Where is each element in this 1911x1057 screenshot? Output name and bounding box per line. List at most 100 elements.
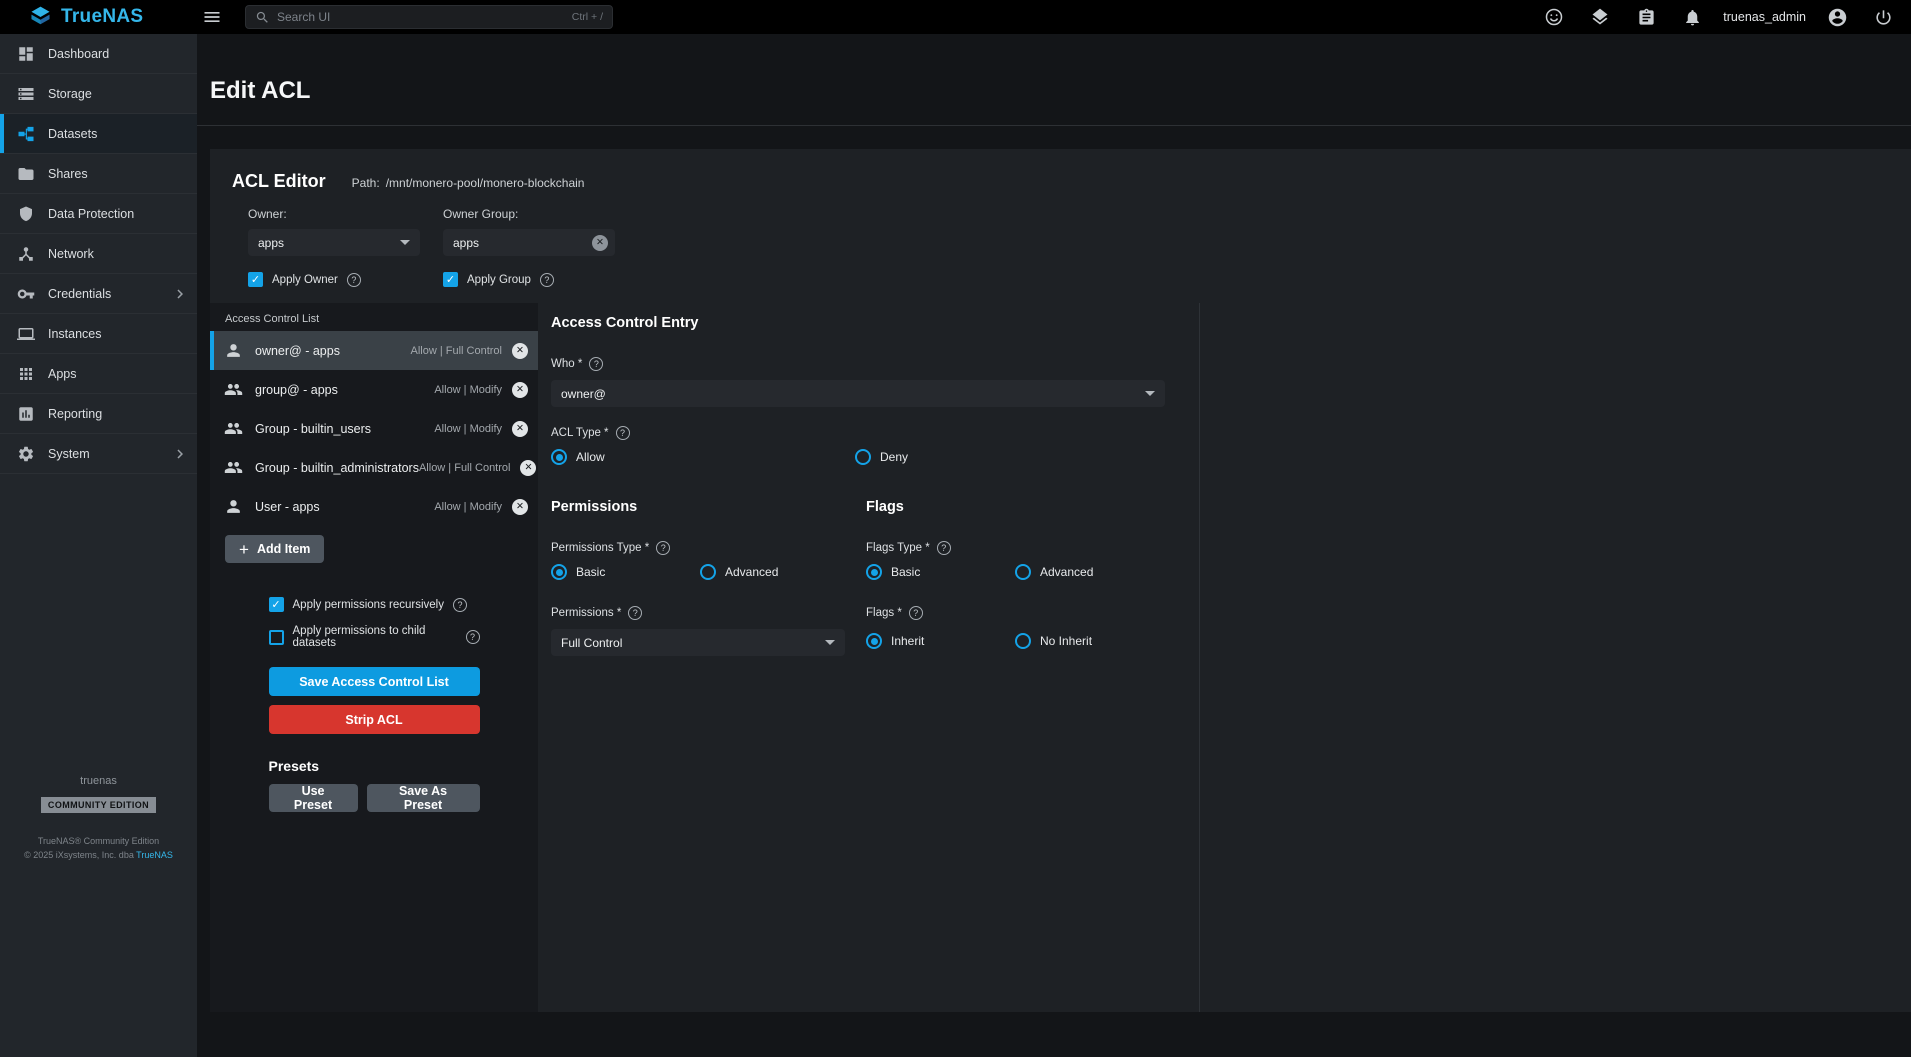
save-as-preset-button[interactable]: Save As Preset [367, 784, 480, 812]
help-icon[interactable] [616, 426, 630, 440]
acl-type-label: ACL Type * [551, 427, 609, 439]
owner-group-input[interactable] [453, 236, 586, 250]
sidebar-item-label: Dashboard [48, 47, 109, 61]
radio-permissions-advanced[interactable]: Advanced [700, 564, 778, 580]
sidebar-item-network[interactable]: Network [0, 234, 197, 274]
truecommand-layers-icon[interactable] [1585, 2, 1615, 32]
radio-flags-advanced[interactable]: Advanced [1015, 564, 1093, 580]
sidebar-item-system[interactable]: System [0, 434, 197, 474]
key-icon [17, 285, 35, 303]
radio-allow[interactable]: Allow [551, 449, 855, 465]
radio-unselected-icon [700, 564, 716, 580]
owner-select[interactable]: apps [248, 229, 420, 256]
radio-permissions-basic[interactable]: Basic [551, 564, 700, 580]
child-datasets-checkbox[interactable]: Apply permissions to child datasets [269, 625, 480, 649]
feedback-smiley-icon[interactable] [1539, 2, 1569, 32]
radio-selected-icon [866, 564, 882, 580]
acl-entry-row-group[interactable]: group@ - apps Allow | Modify [210, 370, 538, 409]
radio-flags-basic[interactable]: Basic [866, 564, 1015, 580]
sidebar-item-label: Apps [48, 367, 77, 381]
ace-heading: Access Control Entry [551, 315, 1199, 331]
alerts-bell-icon[interactable] [1677, 2, 1707, 32]
help-icon[interactable] [589, 357, 603, 371]
delete-entry-icon[interactable] [512, 421, 528, 437]
sidebar-item-label: Instances [48, 327, 102, 341]
radio-unselected-icon [1015, 564, 1031, 580]
delete-entry-icon[interactable] [512, 343, 528, 359]
strip-acl-button[interactable]: Strip ACL [269, 705, 480, 734]
topbar-actions: truenas_admin [1539, 2, 1911, 32]
sidebar-item-shares[interactable]: Shares [0, 154, 197, 194]
who-select[interactable]: owner@ [551, 380, 1165, 407]
clear-owner-group-icon[interactable] [592, 235, 608, 251]
sidebar-item-apps[interactable]: Apps [0, 354, 197, 394]
help-icon[interactable] [540, 273, 554, 287]
help-icon[interactable] [466, 630, 480, 644]
apply-group-checkbox[interactable]: Apply Group [443, 272, 615, 287]
acl-entry-row-builtin-users[interactable]: Group - builtin_users Allow | Modify [210, 409, 538, 448]
dashboard-icon [17, 45, 35, 63]
sidebar-item-label: System [48, 447, 90, 461]
help-icon[interactable] [656, 541, 670, 555]
owner-label: Owner: [248, 207, 420, 221]
app-root: TrueNAS Ctrl + / truenas_admi [0, 0, 1911, 1057]
add-item-label: Add Item [257, 542, 310, 556]
title-divider [197, 125, 1911, 126]
help-icon[interactable] [453, 598, 467, 612]
sidebar-item-instances[interactable]: Instances [0, 314, 197, 354]
sidebar-item-label: Reporting [48, 407, 102, 421]
monitor-icon [17, 325, 35, 343]
sidebar-item-storage[interactable]: Storage [0, 74, 197, 114]
acl-entry-row-owner[interactable]: owner@ - apps Allow | Full Control [210, 331, 538, 370]
footer-copyright: © 2025 iXsystems, Inc. dba TrueNAS [0, 849, 197, 863]
help-icon[interactable] [347, 273, 361, 287]
sidebar-item-reporting[interactable]: Reporting [0, 394, 197, 434]
sidebar-item-credentials[interactable]: Credentials [0, 274, 197, 314]
radio-inherit[interactable]: Inherit [866, 633, 1015, 649]
permissions-select[interactable]: Full Control [551, 629, 845, 656]
sidebar: Dashboard Storage Datasets [0, 34, 197, 1057]
search-box[interactable]: Ctrl + / [245, 5, 613, 29]
save-acl-button[interactable]: Save Access Control List [269, 667, 480, 696]
acl-entry-name: Group - builtin_users [255, 422, 371, 436]
apply-owner-checkbox[interactable]: Apply Owner [248, 272, 420, 287]
path-value: /mnt/monero-pool/monero-blockchain [386, 176, 585, 190]
sidebar-item-dashboard[interactable]: Dashboard [0, 34, 197, 74]
help-icon[interactable] [909, 606, 923, 620]
use-preset-button[interactable]: Use Preset [269, 784, 358, 812]
search-input[interactable] [277, 10, 565, 24]
page-title: Edit ACL [210, 77, 310, 105]
acl-entry-row-user-apps[interactable]: User - apps Allow | Modify [210, 487, 538, 526]
acl-entry-row-builtin-administrators[interactable]: Group - builtin_administrators Allow | F… [210, 448, 538, 487]
logged-in-username: truenas_admin [1723, 10, 1806, 24]
add-item-button[interactable]: Add Item [225, 535, 324, 563]
sidebar-item-data-protection[interactable]: Data Protection [0, 194, 197, 234]
help-icon[interactable] [628, 606, 642, 620]
checkbox-checked-icon [443, 272, 458, 287]
recursive-checkbox[interactable]: Apply permissions recursively [269, 597, 480, 612]
permissions-type-label: Permissions Type * [551, 542, 649, 554]
radio-label: No Inherit [1040, 634, 1092, 648]
radio-label: Basic [576, 565, 605, 579]
radio-label: Allow [576, 450, 605, 464]
menu-icon[interactable] [197, 2, 227, 32]
power-icon[interactable] [1868, 2, 1898, 32]
plus-icon [239, 541, 249, 558]
delete-entry-icon[interactable] [512, 499, 528, 515]
presets-heading: Presets [269, 758, 480, 774]
jobs-clipboard-icon[interactable] [1631, 2, 1661, 32]
storage-icon [17, 85, 35, 103]
footer-brand-link[interactable]: TrueNAS [136, 850, 173, 860]
delete-entry-icon[interactable] [512, 382, 528, 398]
radio-deny[interactable]: Deny [855, 449, 908, 465]
account-avatar-icon[interactable] [1822, 2, 1852, 32]
radio-label: Advanced [1040, 565, 1093, 579]
brand[interactable]: TrueNAS [0, 5, 197, 29]
delete-entry-icon[interactable] [520, 460, 536, 476]
help-icon[interactable] [937, 541, 951, 555]
gear-icon [17, 445, 35, 463]
owner-group-input-wrap [443, 229, 615, 256]
radio-no-inherit[interactable]: No Inherit [1015, 633, 1092, 649]
acl-list-panel: Access Control List owner@ - apps Allow … [210, 303, 538, 1012]
sidebar-item-datasets[interactable]: Datasets [0, 114, 197, 154]
